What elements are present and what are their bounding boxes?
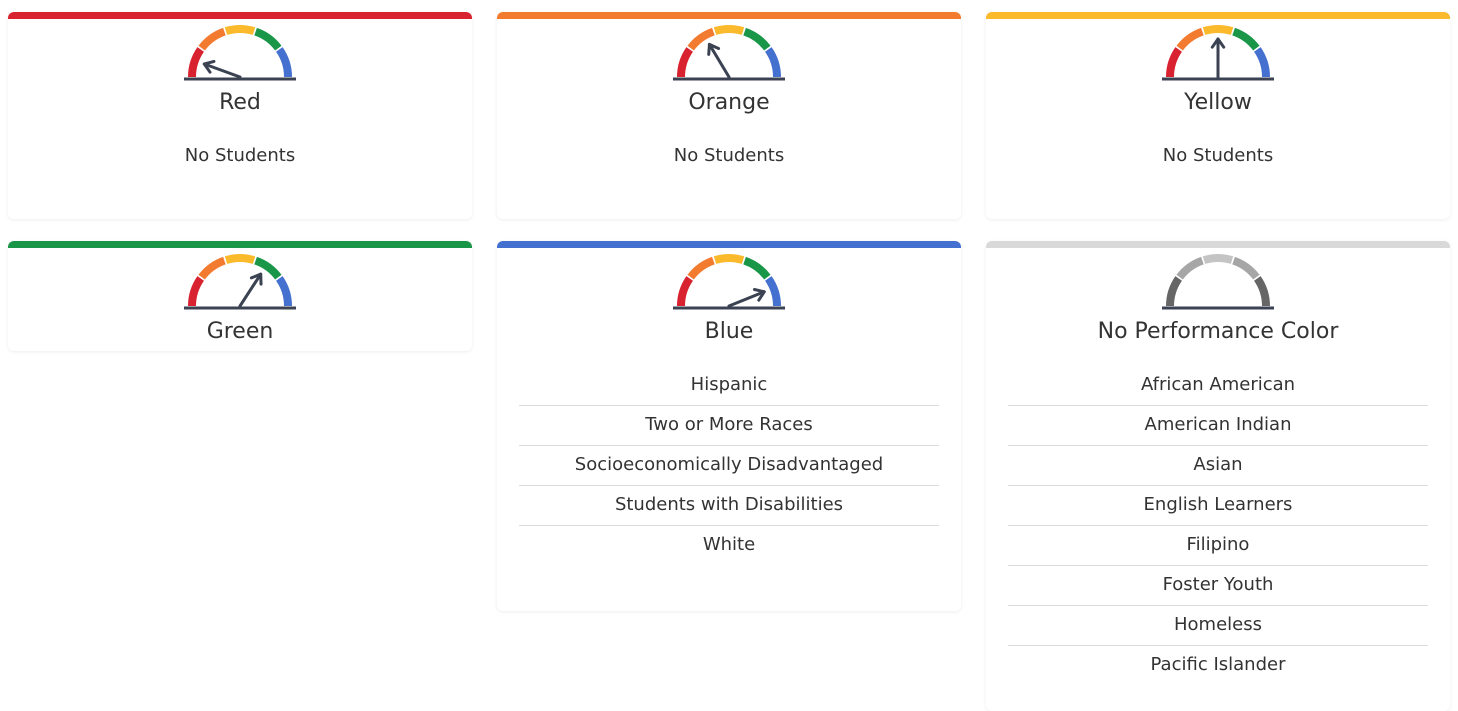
student-group-item: Two or More Races <box>519 406 939 446</box>
student-group-item: Homeless <box>1008 606 1428 646</box>
student-group-item: English Learners <box>1008 486 1428 526</box>
gauge-segment-red <box>188 47 205 78</box>
student-group-item: Asian <box>1008 446 1428 486</box>
gauge-segment-yellow <box>713 25 745 35</box>
gauge-segment-blue <box>764 276 781 307</box>
gauge-segment-yellow <box>1202 25 1234 35</box>
gauge-segment-orange <box>1176 256 1204 280</box>
no-students-text: No Students <box>673 145 785 166</box>
gauge-segment-red <box>1166 47 1183 78</box>
gauge-segment-blue <box>275 47 292 78</box>
performance-card-green: GreenNo Students <box>8 241 472 351</box>
card-title: Red <box>219 90 261 115</box>
student-group-item: White <box>702 534 756 555</box>
gauge-segment-blue <box>1253 276 1270 307</box>
gauge-segment-orange <box>198 27 226 51</box>
performance-gauge-icon <box>184 254 296 310</box>
gauge-segment-blue <box>764 47 781 78</box>
card-color-bar <box>8 241 472 248</box>
gauge-segment-orange <box>1176 27 1204 51</box>
student-group-list: Hispanic Two or More Races Socioeconomical… <box>519 366 939 566</box>
performance-card-no-performance-color: No Performance Color African American Amer… <box>986 241 1450 711</box>
performance-gauge-icon <box>673 25 785 81</box>
card-title: Blue <box>704 319 754 344</box>
performance-gauge-icon <box>184 25 296 81</box>
student-group-item: Students with Disabilities <box>519 486 939 526</box>
student-group-item: African American <box>1008 366 1428 406</box>
card-title: Green <box>206 319 274 344</box>
card-color-bar <box>986 241 1450 248</box>
gauge-segment-yellow <box>224 254 256 264</box>
gauge-segment-green <box>254 27 282 51</box>
gauge-segment-orange <box>198 256 226 280</box>
performance-gauge-icon <box>1162 254 1274 310</box>
card-color-bar <box>8 12 472 19</box>
gauge-segment-yellow <box>713 254 745 264</box>
student-group-list: No Students <box>519 137 939 175</box>
performance-card-red: Red No Students <box>8 12 472 219</box>
gauge-segment-blue <box>1253 47 1270 78</box>
gauge-segment-red <box>1166 276 1183 307</box>
student-group-item: Foster Youth <box>1008 566 1428 606</box>
gauge-segment-red <box>188 276 205 307</box>
gauge-segment-red <box>677 276 694 307</box>
card-color-bar <box>497 12 961 19</box>
gauge-segment-yellow <box>224 25 256 35</box>
gauge-segment-green <box>743 27 771 51</box>
performance-gauge-icon <box>673 254 785 310</box>
no-students-text: No Students <box>1162 145 1274 166</box>
card-color-bar <box>497 241 961 248</box>
gauge-segment-red <box>677 47 694 78</box>
student-group-list: No Students <box>30 137 450 175</box>
student-group-list: No Students <box>1008 137 1428 175</box>
student-group-item: Socioeconomically Disadvantaged <box>519 446 939 486</box>
no-students-text: No Students <box>184 145 296 166</box>
student-group-item: Hispanic <box>519 366 939 406</box>
card-title: Orange <box>688 90 770 115</box>
performance-gauge-icon <box>1162 25 1274 81</box>
student-group-item: Pacific Islander <box>1150 654 1286 675</box>
gauge-segment-yellow <box>1202 254 1234 264</box>
performance-card-blue: Blue Hispanic Two or More Races Socioeconom… <box>497 241 961 611</box>
student-group-item: Filipino <box>1008 526 1428 566</box>
gauge-segment-green <box>743 256 771 280</box>
performance-card-yellow: Yellow No Students <box>986 12 1450 219</box>
card-color-bar <box>986 12 1450 19</box>
gauge-segment-blue <box>275 276 292 307</box>
card-title: No Performance Color <box>1097 319 1339 344</box>
card-title: Yellow <box>1184 90 1252 115</box>
gauge-segment-orange <box>687 256 715 280</box>
gauge-segment-green <box>1232 256 1260 280</box>
student-group-list: African American American Indian Asian Engl… <box>1008 366 1428 686</box>
performance-card-orange: Orange No Students <box>497 12 961 219</box>
student-group-item: American Indian <box>1008 406 1428 446</box>
gauge-segment-green <box>1232 27 1260 51</box>
